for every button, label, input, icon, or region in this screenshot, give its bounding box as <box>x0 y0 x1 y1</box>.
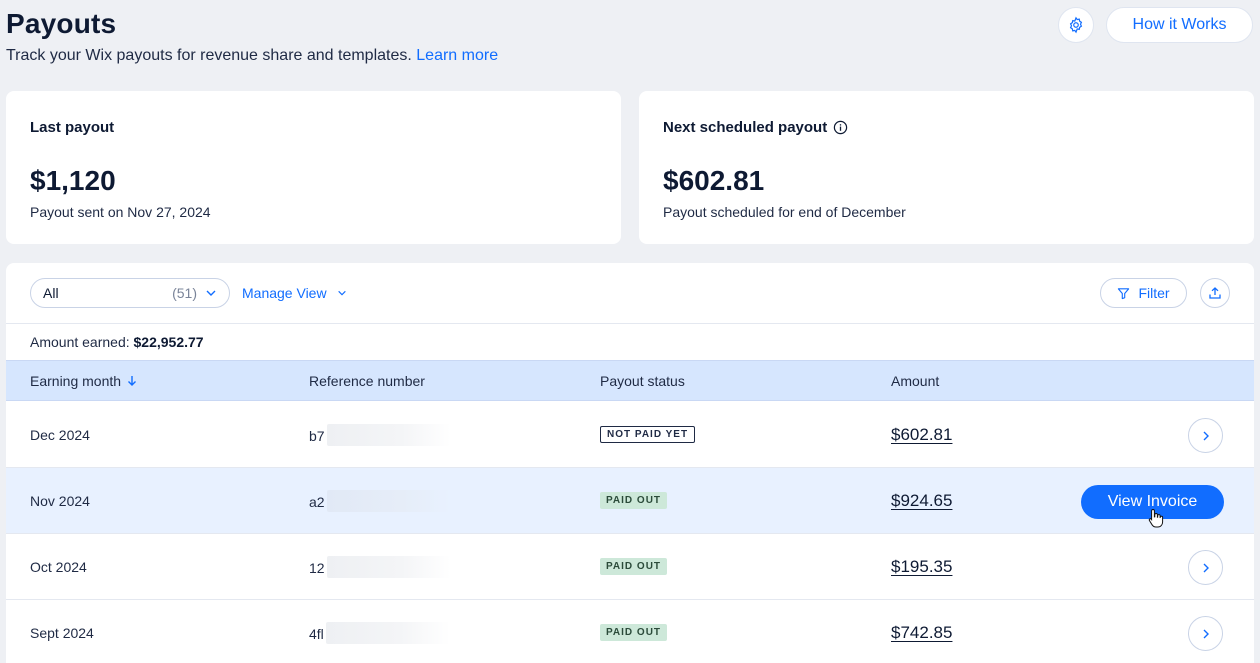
last-payout-value: $1,120 <box>30 165 116 196</box>
earning-month: Sept 2024 <box>30 625 94 641</box>
row-details-button[interactable] <box>1188 550 1223 585</box>
hand-cursor-icon <box>1148 508 1164 528</box>
chevron-right-icon <box>1203 431 1209 440</box>
view-select[interactable]: All (51) <box>30 278 230 308</box>
chevron-right-icon <box>1203 563 1209 572</box>
amount-earned-label: Amount earned: <box>30 334 130 350</box>
how-it-works-button[interactable]: How it Works <box>1106 7 1253 43</box>
reference-prefix: 12 <box>309 560 325 576</box>
next-payout-value: $602.81 <box>663 165 765 196</box>
manage-view-button[interactable]: Manage View <box>242 285 347 301</box>
last-payout-title: Last payout <box>30 119 115 136</box>
reference-number: a2 <box>309 490 451 512</box>
amount-earned-value: $22,952.77 <box>133 334 204 350</box>
table-row[interactable]: Nov 2024 a2 PAID OUT $924.65 View Invoic… <box>6 468 1254 534</box>
last-payout-subtext: Payout sent on Nov 27, 2024 <box>30 204 211 220</box>
status-badge: NOT PAID YET <box>600 426 696 443</box>
payouts-table-card: All (51) Manage View Filter Amount earne… <box>6 263 1254 663</box>
earning-month: Oct 2024 <box>30 559 87 575</box>
filter-button[interactable]: Filter <box>1100 278 1187 308</box>
settings-button[interactable] <box>1058 7 1094 43</box>
redacted-block <box>326 490 451 512</box>
status-badge: PAID OUT <box>600 624 668 641</box>
subtitle-text: Track your Wix payouts for revenue share… <box>6 47 412 64</box>
column-reference-number: Reference number <box>309 373 425 389</box>
table-row[interactable]: Oct 2024 12 PAID OUT $195.35 <box>6 534 1254 600</box>
table-header: Earning month Reference number Payout st… <box>6 360 1254 401</box>
manage-view-label: Manage View <box>242 285 327 301</box>
table-row[interactable]: Dec 2024 b7 NOT PAID YET $602.81 <box>6 402 1254 468</box>
earning-month: Nov 2024 <box>30 493 90 509</box>
status-badge: PAID OUT <box>600 558 668 575</box>
next-payout-title: Next scheduled payout <box>663 119 828 136</box>
reference-prefix: b7 <box>309 428 325 444</box>
column-amount: Amount <box>891 373 940 389</box>
reference-number: b7 <box>309 424 451 446</box>
next-payout-card: Next scheduled payout $602.81 Payout sch… <box>639 91 1254 244</box>
info-icon[interactable] <box>833 120 848 135</box>
column-label: Earning month <box>30 373 122 389</box>
column-payout-status: Payout status <box>600 373 685 389</box>
redacted-block <box>326 556 451 578</box>
row-details-button[interactable] <box>1188 616 1223 651</box>
page-subtitle: Track your Wix payouts for revenue share… <box>6 47 498 65</box>
table-row[interactable]: Sept 2024 4fl PAID OUT $742.85 <box>6 600 1254 663</box>
reference-number: 4fl <box>309 622 450 644</box>
earning-month: Dec 2024 <box>30 427 90 443</box>
page-title: Payouts <box>6 8 117 39</box>
reference-prefix: 4fl <box>309 626 324 642</box>
filter-icon <box>1118 287 1130 299</box>
learn-more-link[interactable]: Learn more <box>416 47 498 64</box>
column-earning-month[interactable]: Earning month <box>30 373 137 389</box>
next-payout-subtext: Payout scheduled for end of December <box>663 204 906 220</box>
row-details-button[interactable] <box>1188 418 1223 453</box>
table-toolbar: All (51) Manage View Filter <box>6 263 1254 324</box>
amount-link[interactable]: $742.85 <box>891 623 952 643</box>
reference-number: 12 <box>309 556 451 578</box>
export-button[interactable] <box>1200 278 1230 308</box>
gear-icon <box>1069 16 1083 34</box>
chevron-down-icon <box>206 290 216 296</box>
redacted-block <box>326 424 451 446</box>
view-count: (51) <box>172 285 197 301</box>
chevron-down-icon <box>337 290 346 296</box>
status-badge: PAID OUT <box>600 492 668 509</box>
amount-link[interactable]: $924.65 <box>891 491 952 511</box>
view-select-label: All <box>43 285 59 301</box>
amount-link[interactable]: $195.35 <box>891 557 952 577</box>
amount-link[interactable]: $602.81 <box>891 425 952 445</box>
amount-earned: Amount earned: $22,952.77 <box>30 334 204 350</box>
chevron-right-icon <box>1203 629 1209 638</box>
filter-label: Filter <box>1138 285 1170 301</box>
redacted-block <box>325 622 450 644</box>
last-payout-card: Last payout $1,120 Payout sent on Nov 27… <box>6 91 621 244</box>
sort-arrow-down-icon <box>128 376 137 386</box>
next-payout-title-row: Next scheduled payout <box>663 119 848 136</box>
reference-prefix: a2 <box>309 494 325 510</box>
upload-icon <box>1209 287 1221 299</box>
